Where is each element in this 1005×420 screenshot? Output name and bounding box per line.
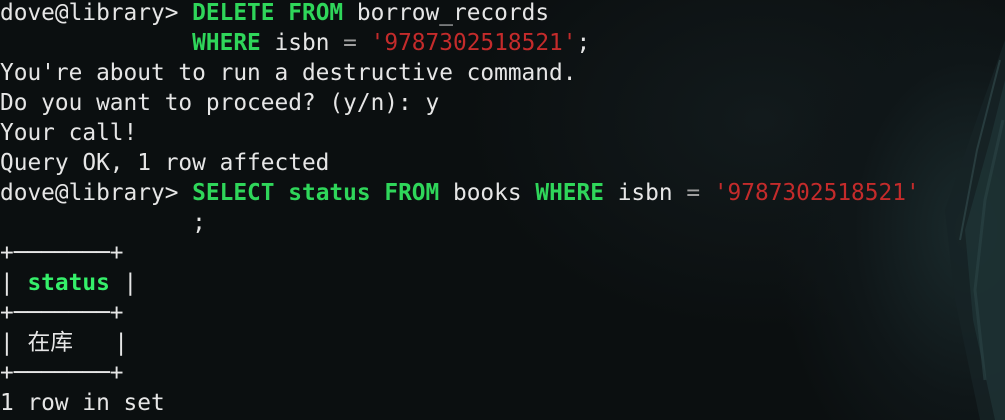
confirm-prompt-line: Do you want to proceed? (y/n): y <box>0 88 439 118</box>
table-border-top: +───────+ <box>0 240 124 266</box>
column-name: isbn <box>617 180 673 206</box>
table-header-status: status <box>27 270 110 296</box>
terminator: ; <box>576 30 591 56</box>
keyword-select: SELECT <box>192 180 275 206</box>
command-line-select: dove@library> SELECT status FROM books W… <box>0 178 920 208</box>
table-border-bottom: +───────+ <box>0 360 124 386</box>
command-line-delete-continued: WHERE isbn = '9787302518521'; <box>0 28 590 58</box>
table-name: books <box>452 180 522 206</box>
keyword-delete: DELETE <box>192 0 275 26</box>
operator: = <box>343 30 357 56</box>
string-literal: '9787302518521' <box>370 30 577 56</box>
keyword-status: status <box>288 180 371 206</box>
table-name: borrow_records <box>356 0 550 26</box>
column-name: isbn <box>274 30 330 56</box>
warning-message: You're about to run a destructive comman… <box>0 60 577 86</box>
command-line-delete: dove@library> DELETE FROM borrow_records <box>0 0 549 28</box>
prompt: dove@library> <box>0 0 193 26</box>
keyword-where: WHERE <box>192 30 261 56</box>
table-row: | 在库 | <box>0 330 128 356</box>
wallpaper-art <box>945 40 1005 420</box>
string-literal: '9787302518521' <box>713 180 920 206</box>
terminal-window[interactable]: dove@library> DELETE FROM borrow_records… <box>0 0 1005 420</box>
command-line-select-continued: ; <box>0 208 206 238</box>
your-call-message: Your call! <box>0 120 138 146</box>
keyword-from: FROM <box>288 0 344 26</box>
terminator: ; <box>192 210 206 236</box>
table-header-row: | status | <box>0 270 138 296</box>
keyword-from: FROM <box>384 180 440 206</box>
table-cell-status: 在库 <box>27 330 74 356</box>
query-ok-message: Query OK, 1 row affected <box>0 150 330 176</box>
table-border-middle: +───────+ <box>0 300 124 326</box>
operator: = <box>686 180 701 206</box>
confirm-answer: y <box>425 90 440 116</box>
prompt: dove@library> <box>0 180 193 206</box>
keyword-where: WHERE <box>535 180 604 206</box>
row-count-message: 1 row in set <box>0 390 165 416</box>
confirm-question: Do you want to proceed? (y/n): <box>0 90 426 116</box>
